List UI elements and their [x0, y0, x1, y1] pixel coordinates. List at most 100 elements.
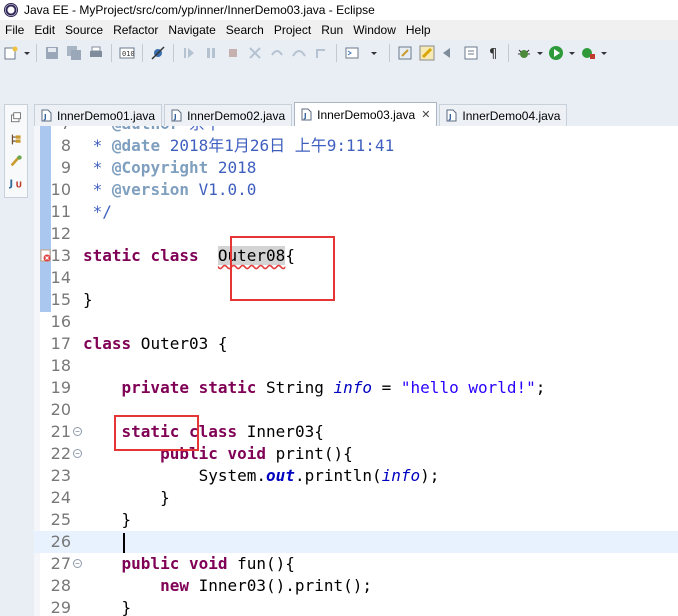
code-line[interactable]: 8 * @date 2018年1月26日 上午9:11:41 [34, 135, 678, 157]
code-line[interactable]: 14 [34, 267, 678, 289]
print-icon[interactable] [88, 45, 104, 61]
code-line[interactable]: 28 new Inner03().print(); [34, 575, 678, 597]
code-token: fun(){ [227, 554, 295, 573]
code-token: */ [83, 202, 112, 221]
menu-edit[interactable]: Edit [29, 23, 60, 37]
code-text: private static String info = "hello worl… [83, 377, 546, 399]
menu-file[interactable]: File [0, 23, 29, 37]
code-line[interactable]: 7 * @author 余平 [34, 126, 678, 135]
code-line[interactable]: 29 } [34, 597, 678, 616]
run-icon[interactable] [548, 45, 564, 61]
eclipse-icon [4, 3, 18, 17]
menu-search[interactable]: Search [221, 23, 269, 37]
code-line[interactable]: 26 [34, 531, 678, 553]
code-line[interactable]: 12 [34, 223, 678, 245]
code-line[interactable]: 24 } [34, 487, 678, 509]
tab-innerdemo01[interactable]: J InnerDemo01.java [34, 104, 163, 126]
search-view-icon[interactable] [8, 154, 24, 169]
step-over-icon[interactable] [291, 45, 307, 61]
code-line[interactable]: 9 * @Copyright 2018 [34, 157, 678, 179]
suspend-icon[interactable] [203, 45, 219, 61]
code-token: 2018 [208, 158, 257, 177]
code-line[interactable]: 23 System.out.println(info); [34, 465, 678, 487]
code-token: print(){ [266, 444, 353, 463]
code-editor[interactable]: 7 * @author 余平8 * @date 2018年1月26日 上午9:1… [34, 126, 678, 616]
open-type-icon[interactable] [397, 45, 413, 61]
code-line[interactable]: 25 } [34, 509, 678, 531]
new-icon[interactable] [3, 45, 19, 61]
code-line[interactable]: 10 * @version V1.0.0 [34, 179, 678, 201]
code-token: System. [83, 466, 267, 485]
menu-project[interactable]: Project [269, 23, 316, 37]
code-line[interactable]: 27− public void fun(){ [34, 553, 678, 575]
skip-breakpoints-icon[interactable] [150, 45, 166, 61]
menu-refactor[interactable]: Refactor [108, 23, 163, 37]
code-text: * @Copyright 2018 [83, 157, 257, 179]
menu-help[interactable]: Help [401, 23, 436, 37]
editor-tab-bar: J InnerDemo01.java J InnerDemo02.java J … [34, 100, 678, 126]
svg-text:J: J [448, 113, 452, 121]
chevron-down-icon[interactable] [536, 45, 544, 61]
code-line[interactable]: 15} [34, 289, 678, 311]
show-whitespace-icon[interactable] [463, 45, 479, 61]
code-token: info [333, 378, 372, 397]
code-token: @version [111, 180, 189, 199]
svg-text:J: J [9, 178, 13, 189]
save-all-icon[interactable] [66, 45, 82, 61]
code-line[interactable]: 17 class Outer03 { [34, 333, 678, 355]
svg-text:U: U [15, 180, 21, 189]
code-token: ; [535, 378, 546, 397]
menu-navigate[interactable]: Navigate [163, 23, 220, 37]
line-number: 11 [50, 202, 71, 221]
mark-occurrences-icon[interactable] [419, 45, 435, 61]
terminate-icon[interactable] [225, 45, 241, 61]
fold-toggle-icon[interactable]: − [73, 559, 82, 568]
fold-toggle-icon[interactable]: − [73, 427, 82, 436]
paragraph-icon[interactable]: ¶ [485, 45, 501, 61]
chevron-down-icon[interactable] [600, 45, 608, 61]
svg-text:¶: ¶ [489, 47, 497, 61]
code-text: * @date 2018年1月26日 上午9:11:41 [83, 135, 395, 157]
window-title: Java EE - MyProject/src/com/yp/inner/Inn… [24, 3, 375, 17]
external-tools-icon[interactable] [580, 45, 596, 61]
minimized-views-panel: JU [4, 104, 28, 198]
save-icon[interactable] [44, 45, 60, 61]
tab-innerdemo04[interactable]: J InnerDemo04.java [439, 104, 568, 126]
svg-text:J: J [303, 112, 307, 120]
code-line[interactable]: 18 [34, 355, 678, 377]
menu-source[interactable]: Source [60, 23, 108, 37]
menu-window[interactable]: Window [348, 23, 401, 37]
junit-icon[interactable]: JU [8, 176, 24, 191]
close-icon[interactable]: ✕ [421, 108, 430, 121]
chevron-down-icon[interactable] [568, 45, 576, 61]
disconnect-icon[interactable] [247, 45, 263, 61]
chevron-down-icon[interactable] [366, 45, 382, 61]
code-line[interactable]: 16 [34, 311, 678, 333]
java-file-icon: J [41, 109, 52, 122]
package-explorer-icon[interactable] [8, 133, 24, 148]
code-token: static [83, 246, 141, 265]
code-line[interactable]: 13 static class Outer08{ [34, 245, 678, 267]
code-line[interactable]: 11 */ [34, 201, 678, 223]
fold-toggle-icon[interactable]: − [73, 449, 82, 458]
binary-icon[interactable]: 010 [119, 45, 135, 61]
restore-icon[interactable] [8, 111, 24, 126]
tab-innerdemo03[interactable]: J InnerDemo03.java ✕ [294, 102, 438, 126]
step-return-icon[interactable] [313, 45, 329, 61]
tab-innerdemo02[interactable]: J InnerDemo02.java [164, 104, 293, 126]
line-number: 19 [50, 378, 71, 397]
code-text: */ [83, 201, 112, 223]
step-into-icon[interactable] [269, 45, 285, 61]
next-annotation-icon[interactable] [441, 45, 457, 61]
console-icon[interactable] [344, 45, 360, 61]
resume-icon[interactable] [181, 45, 197, 61]
menu-run[interactable]: Run [316, 23, 348, 37]
debug-icon[interactable] [516, 45, 532, 61]
svg-text:010: 010 [122, 50, 135, 58]
error-marker-icon[interactable] [40, 249, 52, 263]
chevron-down-icon[interactable] [23, 45, 31, 61]
code-line[interactable]: 19 private static String info = "hello w… [34, 377, 678, 399]
